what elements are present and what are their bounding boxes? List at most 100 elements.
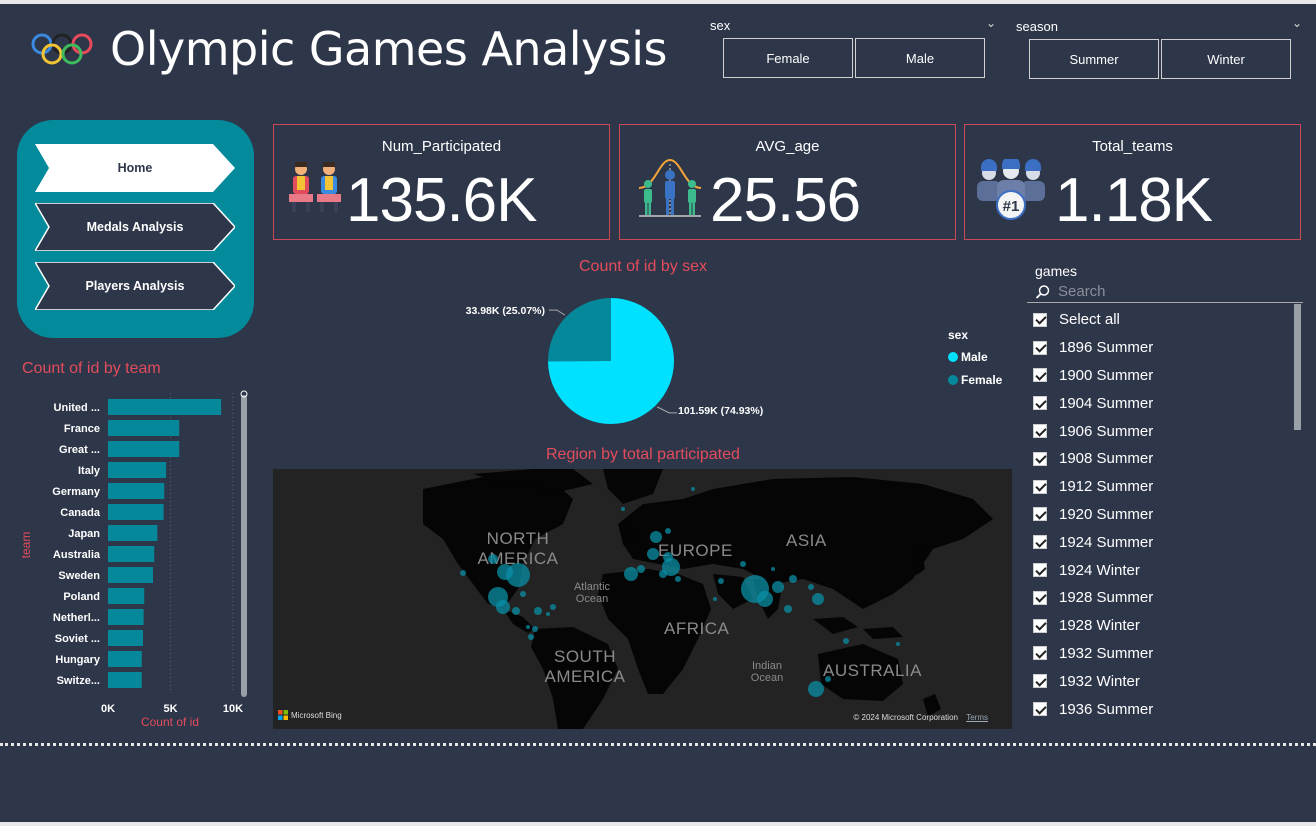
category-label: Netherl... bbox=[53, 612, 100, 624]
chevron-down-icon[interactable]: ⌄ bbox=[1292, 16, 1302, 30]
checkbox[interactable] bbox=[1033, 368, 1047, 383]
category-label: Great ... bbox=[59, 444, 100, 456]
games-list-item[interactable]: 1928 Winter bbox=[1033, 612, 1293, 640]
map-title: Region by total participated bbox=[546, 446, 740, 463]
region-map[interactable]: NORTH AMERICA EUROPE ASIA SOUTH AMERICA … bbox=[273, 469, 1012, 729]
games-list-item[interactable]: 1906 Summer bbox=[1033, 417, 1293, 445]
terms-link[interactable]: Terms bbox=[966, 713, 988, 722]
page-title: Olympic Games Analysis bbox=[110, 22, 667, 76]
bar[interactable] bbox=[108, 588, 145, 604]
checkbox[interactable] bbox=[1033, 396, 1047, 411]
bar[interactable] bbox=[108, 546, 155, 562]
x-tick-label: 10K bbox=[223, 703, 243, 715]
bar[interactable] bbox=[108, 651, 142, 667]
category-label: Germany bbox=[52, 486, 101, 498]
checkbox[interactable] bbox=[1033, 312, 1047, 327]
games-list-item[interactable]: 1920 Summer bbox=[1033, 501, 1293, 529]
bar[interactable] bbox=[108, 441, 180, 457]
games-item-label: 1932 Summer bbox=[1059, 644, 1154, 662]
checkbox[interactable] bbox=[1033, 451, 1047, 466]
season-summer-button[interactable]: Summer bbox=[1029, 39, 1159, 79]
sex-slicer-label: sex bbox=[710, 18, 731, 33]
nav-players-button[interactable]: Players Analysis bbox=[35, 262, 235, 310]
checkbox[interactable] bbox=[1033, 424, 1047, 439]
bar[interactable] bbox=[108, 672, 142, 688]
status-strip bbox=[0, 822, 1316, 826]
data-label-female: 33.98K (25.07%) bbox=[466, 305, 545, 317]
games-list-item[interactable]: 1936 Summer bbox=[1033, 695, 1293, 723]
sex-male-button[interactable]: Male bbox=[855, 38, 985, 78]
search-icon bbox=[1035, 285, 1050, 299]
legend-dot bbox=[948, 352, 958, 362]
bar[interactable] bbox=[108, 483, 165, 499]
leader-line bbox=[548, 309, 566, 316]
checkbox[interactable] bbox=[1033, 563, 1047, 578]
select-all-item[interactable]: Select all bbox=[1033, 306, 1293, 334]
checkbox[interactable] bbox=[1033, 507, 1047, 522]
checkbox[interactable] bbox=[1033, 702, 1047, 717]
bar[interactable] bbox=[108, 420, 180, 436]
bing-logo: Microsoft Bing bbox=[278, 710, 342, 720]
games-list: Select all 1896 Summer 1900 Summer 1904 Sum… bbox=[1033, 306, 1293, 723]
sex-female-button[interactable]: Female bbox=[723, 38, 853, 78]
category-label: Switze... bbox=[57, 675, 100, 687]
games-list-item[interactable]: 1924 Winter bbox=[1033, 556, 1293, 584]
svg-text:#1: #1 bbox=[1003, 198, 1020, 215]
category-label: Canada bbox=[60, 507, 101, 519]
legend-item-male[interactable]: Male bbox=[948, 350, 1002, 364]
games-list-item[interactable]: 1904 Summer bbox=[1033, 389, 1293, 417]
games-item-label: 1924 Winter bbox=[1059, 561, 1140, 579]
games-search-input[interactable]: Search bbox=[1027, 281, 1303, 303]
bar[interactable] bbox=[108, 399, 222, 415]
games-scrollbar[interactable] bbox=[1294, 304, 1301, 430]
checkbox[interactable] bbox=[1033, 340, 1047, 355]
games-list-item[interactable]: 1928 Summer bbox=[1033, 584, 1293, 612]
bar[interactable] bbox=[108, 609, 144, 625]
category-label: Sweden bbox=[58, 570, 100, 582]
search-placeholder: Search bbox=[1058, 283, 1106, 300]
kpi-title: Total_teams bbox=[1092, 138, 1173, 155]
checkbox[interactable] bbox=[1033, 618, 1047, 633]
checkbox[interactable] bbox=[1033, 479, 1047, 494]
pie-slice-female[interactable] bbox=[548, 298, 611, 362]
navigation-panel: Home Medals Analysis Players Analysis bbox=[17, 120, 254, 338]
kpi-title: AVG_age bbox=[755, 138, 820, 155]
bar-chart-title: Count of id by team bbox=[22, 360, 161, 377]
nav-home-button[interactable]: Home bbox=[35, 144, 235, 192]
games-list-item[interactable]: 1908 Summer bbox=[1033, 445, 1293, 473]
games-item-label: 1912 Summer bbox=[1059, 478, 1154, 496]
games-item-label: 1924 Summer bbox=[1059, 533, 1154, 551]
bar-chart-scrollbar[interactable] bbox=[241, 395, 247, 697]
team-number-one-icon: #1 bbox=[977, 159, 1045, 220]
bar[interactable] bbox=[108, 567, 153, 583]
checkbox[interactable] bbox=[1033, 535, 1047, 550]
games-item-label: 1900 Summer bbox=[1059, 366, 1154, 384]
season-winter-button[interactable]: Winter bbox=[1161, 39, 1291, 79]
pie-legend: sex Male Female bbox=[948, 328, 1002, 387]
bar[interactable] bbox=[108, 630, 143, 646]
bar[interactable] bbox=[108, 462, 167, 478]
bar[interactable] bbox=[108, 504, 164, 520]
report-page: Olympic Games Analysis sex ⌄ Female Male… bbox=[0, 0, 1316, 826]
chevron-down-icon[interactable]: ⌄ bbox=[986, 16, 996, 30]
games-list-item[interactable]: 1896 Summer bbox=[1033, 334, 1293, 362]
map-copyright: © 2024 Microsoft Corporation Terms bbox=[853, 713, 988, 722]
distribution-people-icon bbox=[638, 158, 702, 217]
kpi-value: 25.56 bbox=[710, 166, 861, 235]
games-list-item[interactable]: 1912 Summer bbox=[1033, 473, 1293, 501]
games-list-item[interactable]: 1900 Summer bbox=[1033, 362, 1293, 390]
category-label: Australia bbox=[53, 549, 101, 561]
category-label: France bbox=[64, 423, 100, 435]
games-list-item[interactable]: 1924 Summer bbox=[1033, 528, 1293, 556]
olympic-rings-icon bbox=[31, 33, 93, 65]
legend-item-female[interactable]: Female bbox=[948, 373, 1002, 387]
map-bubbles bbox=[460, 487, 900, 697]
games-list-item[interactable]: 1932 Winter bbox=[1033, 667, 1293, 695]
bar[interactable] bbox=[108, 525, 158, 541]
nav-medals-button[interactable]: Medals Analysis bbox=[35, 203, 235, 251]
checkbox[interactable] bbox=[1033, 646, 1047, 661]
checkbox[interactable] bbox=[1033, 674, 1047, 689]
games-item-label: 1932 Winter bbox=[1059, 672, 1140, 690]
checkbox[interactable] bbox=[1033, 590, 1047, 605]
games-list-item[interactable]: 1932 Summer bbox=[1033, 640, 1293, 668]
